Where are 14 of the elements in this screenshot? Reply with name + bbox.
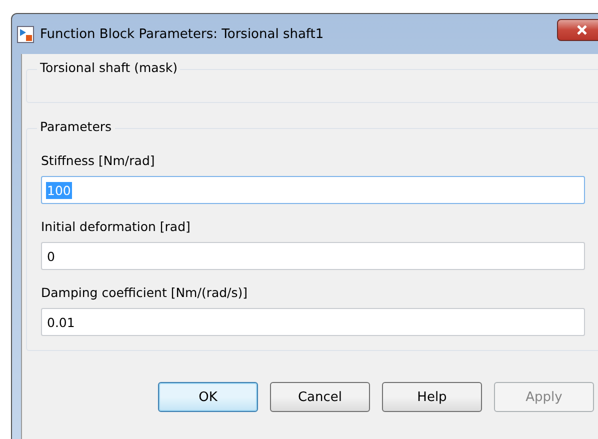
close-icon — [576, 25, 588, 35]
close-button[interactable] — [557, 19, 598, 41]
field-label: Damping coefficient [Nm/(rad/s)] — [41, 285, 249, 300]
input-field[interactable]: 0.01 — [41, 308, 585, 336]
field-label: Stiffness [Nm/rad] — [41, 153, 156, 168]
group-title: Torsional shaft (mask) — [37, 60, 180, 75]
field-label: Initial deformation [rad] — [41, 219, 192, 234]
dialog-button[interactable]: Cancel — [270, 382, 370, 412]
group-title: Parameters — [37, 119, 115, 134]
block-icon — [17, 26, 34, 42]
dialog-button[interactable]: OK — [158, 382, 258, 412]
dialog-button[interactable]: Help — [382, 382, 482, 412]
window-title: Function Block Parameters: Torsional shaft1 — [40, 26, 324, 42]
input-field[interactable]: 0 — [41, 242, 585, 270]
